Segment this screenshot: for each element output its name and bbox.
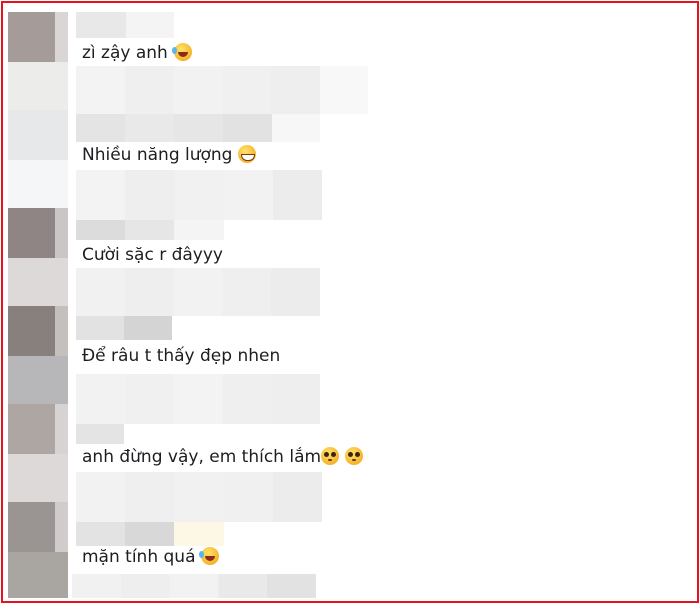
blurred-action-bar (76, 374, 320, 424)
avatar (8, 454, 68, 502)
avatar (8, 502, 68, 552)
blurred-action-bar (76, 66, 320, 114)
rolling-on-floor-laughing-icon (171, 43, 192, 61)
blurred-username (76, 424, 124, 444)
comment-body: anh đừng vậy, em thích lắm (82, 447, 322, 467)
avatar (8, 258, 68, 306)
blurred-username (76, 12, 126, 38)
blurred-username (174, 220, 224, 240)
avatar (8, 552, 68, 598)
blurred-username (272, 114, 320, 142)
blurred-username (76, 220, 174, 240)
comment-text: mặn tính quá (82, 547, 220, 567)
pleading-face-icon (345, 447, 364, 465)
avatar (8, 404, 68, 454)
avatar (8, 160, 68, 208)
comment-text: anh đừng vậy, em thích lắm (82, 447, 364, 467)
rolling-on-floor-laughing-icon (199, 547, 220, 565)
blurred-action-bar (76, 268, 320, 316)
blurred-action-bar (76, 472, 322, 522)
blurred-username (126, 12, 174, 38)
blurred-username (76, 522, 174, 546)
avatar (8, 110, 68, 160)
comment-body: Để râu t thấy đẹp nhen (82, 346, 281, 366)
blurred-username (76, 316, 172, 340)
avatar (8, 208, 68, 258)
blurred-username (174, 522, 224, 546)
comment-body: Cười sặc r đâyyy (82, 245, 223, 265)
avatar (8, 12, 68, 62)
blurred-action-bar (76, 170, 322, 220)
grinning-face-icon (238, 145, 257, 163)
blurred-action-bar (72, 574, 316, 598)
comment-body: Nhiều năng lượng (82, 145, 233, 165)
avatar (8, 356, 68, 404)
comment-text: Để râu t thấy đẹp nhen (82, 346, 280, 366)
blurred-action-bar (320, 66, 368, 114)
comment-body: zì zậy anh (82, 43, 168, 63)
avatar (8, 306, 68, 356)
avatar (8, 62, 68, 110)
comment-text: Nhiều năng lượng (82, 145, 257, 165)
pleading-face-icon (321, 447, 340, 465)
comment-text: zì zậy anh (82, 43, 192, 63)
comment-body: mặn tính quá (82, 547, 196, 567)
blurred-username (76, 114, 272, 142)
comment-text: Cười sặc r đâyyy (82, 245, 223, 265)
